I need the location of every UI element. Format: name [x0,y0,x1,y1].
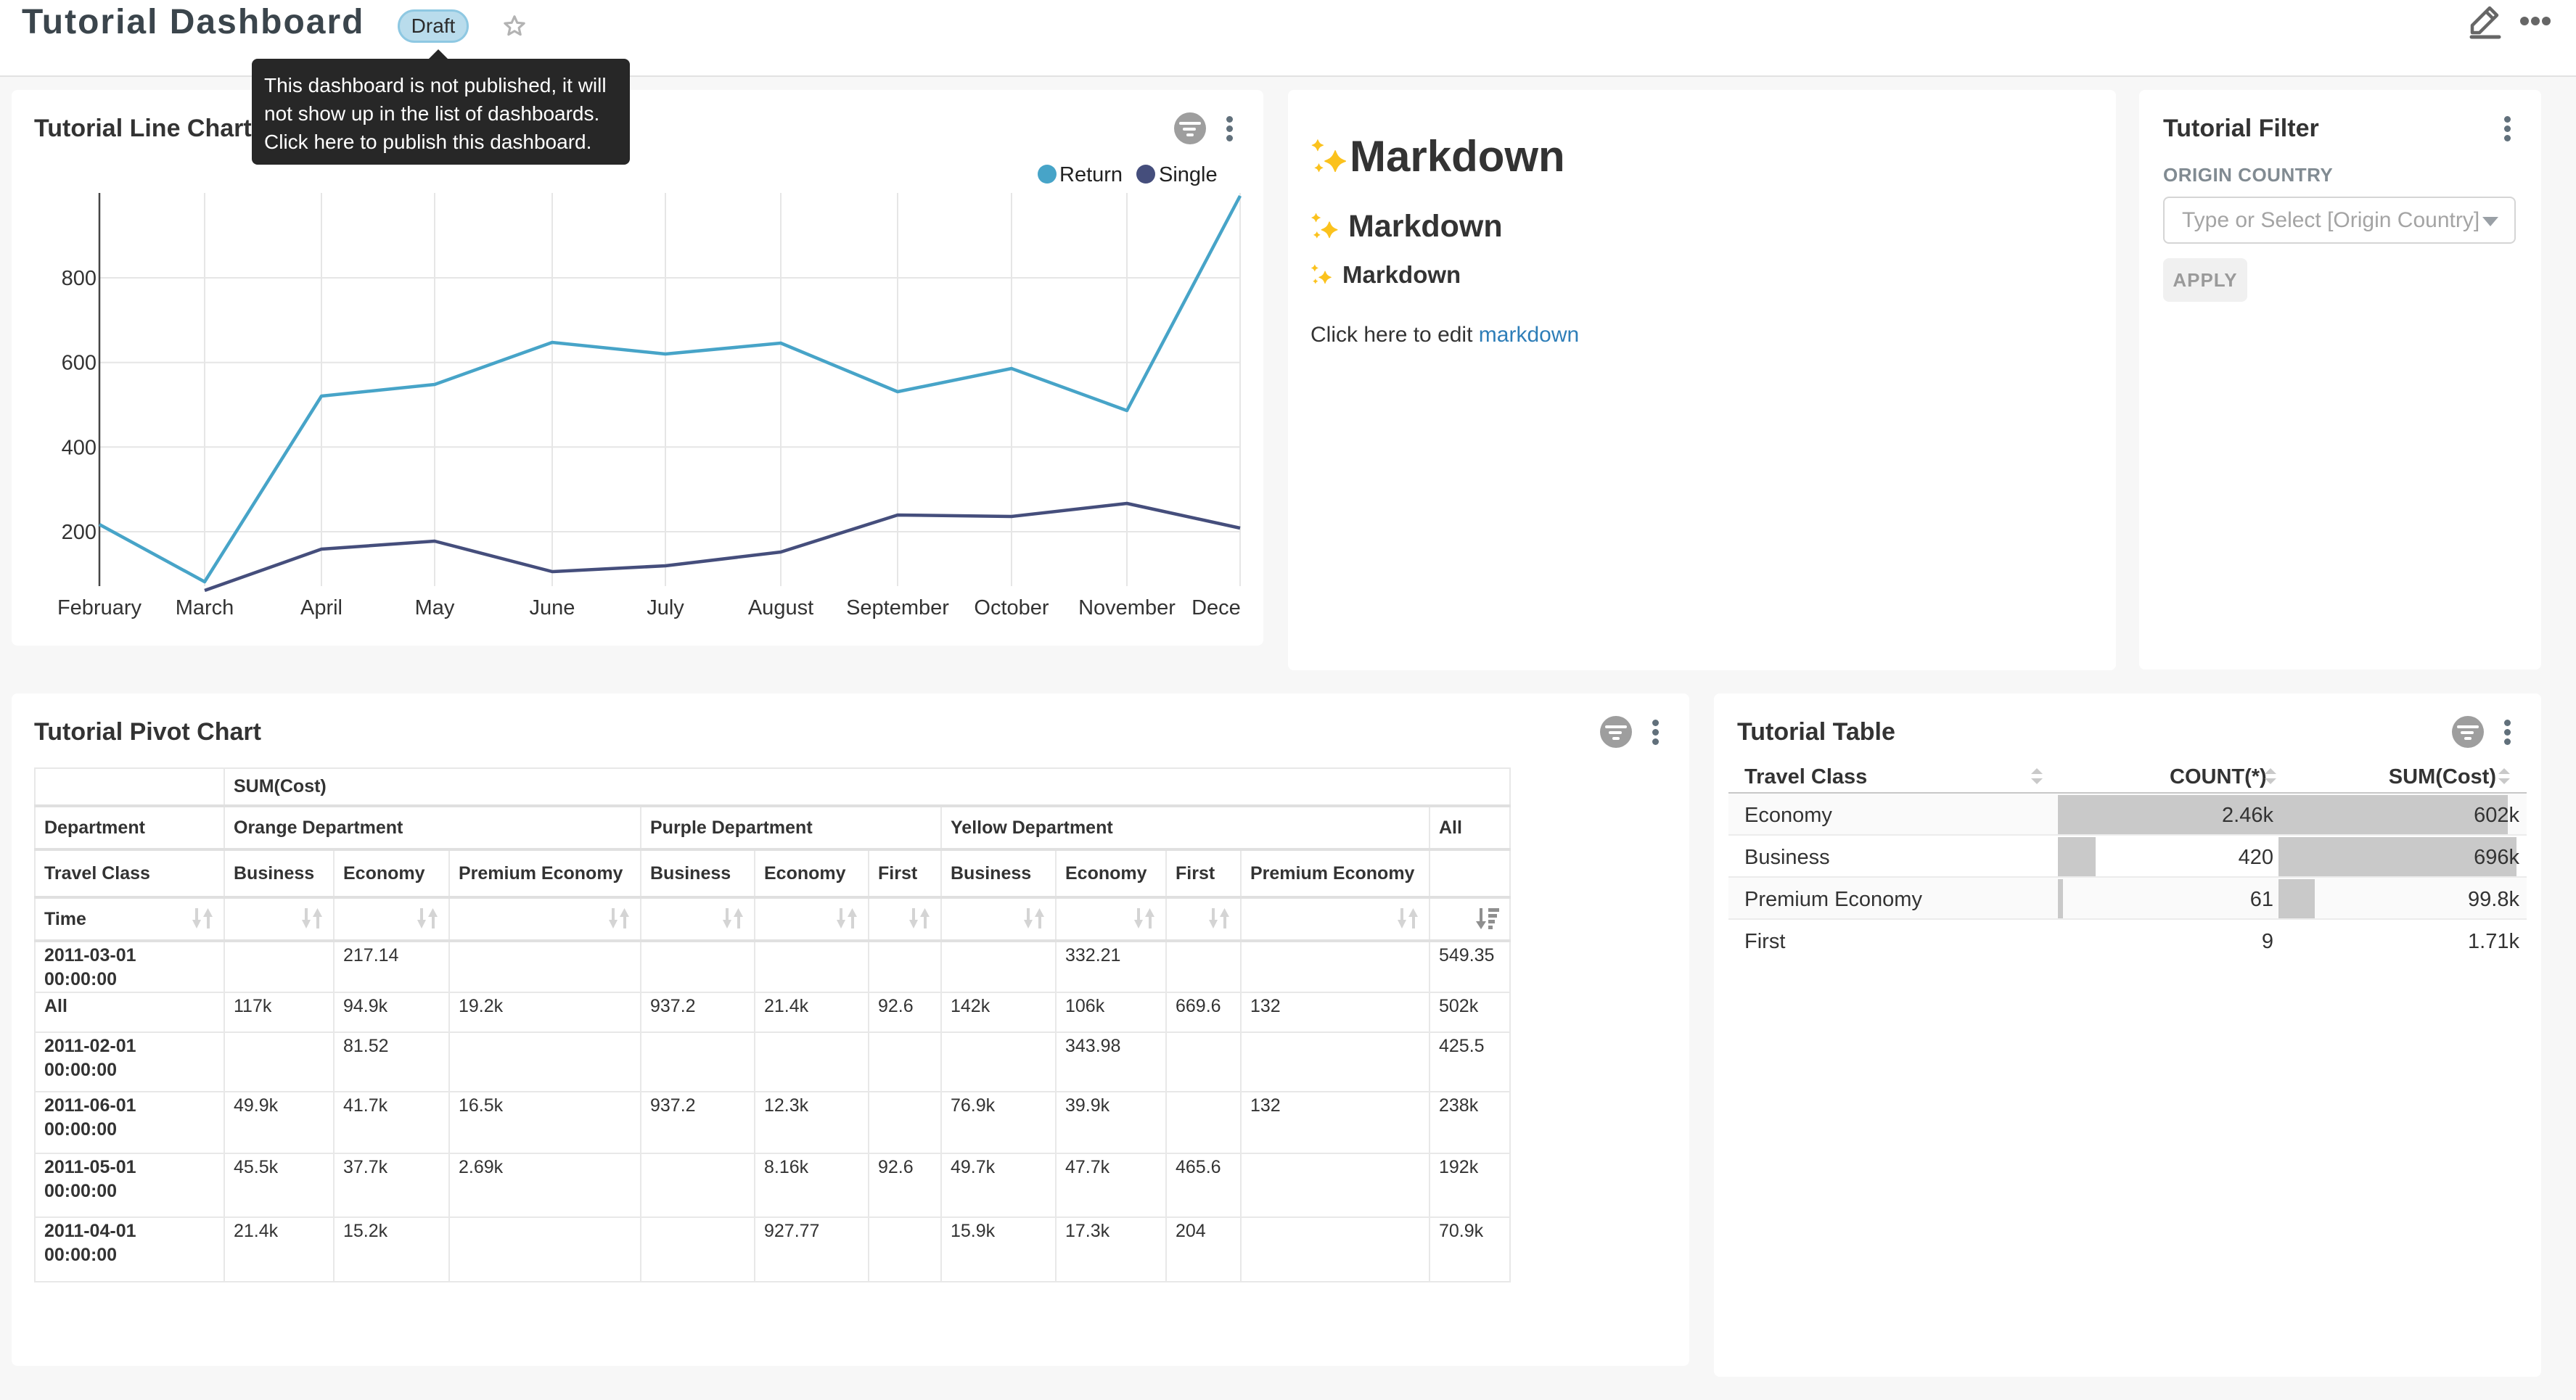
svg-text:December: December [1191,596,1242,619]
svg-text:April: April [300,596,342,619]
svg-text:800: 800 [62,267,97,290]
svg-text:November: November [1078,596,1176,619]
svg-text:400: 400 [62,436,97,459]
svg-text:October: October [974,596,1049,619]
svg-text:600: 600 [62,352,97,375]
svg-text:August: August [748,596,813,619]
svg-text:March: March [176,596,234,619]
svg-text:May: May [415,596,455,619]
svg-text:July: July [647,596,684,619]
svg-text:June: June [530,596,575,619]
svg-text:February: February [57,596,142,619]
svg-text:Single: Single [1159,163,1218,186]
svg-text:Return: Return [1059,163,1123,186]
svg-text:September: September [846,596,949,619]
svg-text:200: 200 [62,521,97,544]
